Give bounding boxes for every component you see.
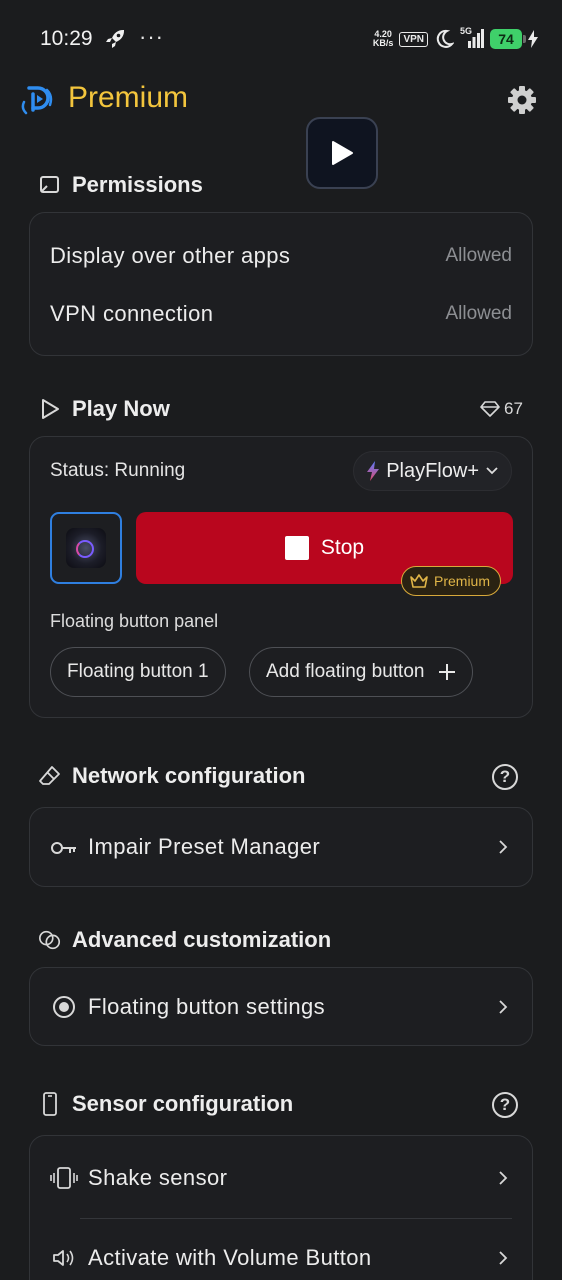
status-text: Status: Running bbox=[50, 460, 186, 481]
sensor-title: Sensor configuration bbox=[72, 1091, 294, 1116]
charging-icon bbox=[528, 30, 538, 48]
row-label: Impair Preset Manager bbox=[88, 834, 321, 859]
clock: 10:29 bbox=[40, 27, 93, 50]
chevron-right-icon bbox=[499, 1171, 508, 1185]
profile-selector[interactable]: PlayFlow+ bbox=[353, 451, 512, 491]
plus-icon bbox=[439, 664, 456, 680]
app-icon-selector[interactable] bbox=[50, 512, 122, 584]
network-title: Network configuration bbox=[72, 763, 306, 788]
floating-button-settings-row[interactable]: Floating button settings bbox=[29, 967, 533, 1046]
floating-play-button[interactable] bbox=[306, 117, 378, 189]
chevron-down-icon bbox=[486, 467, 498, 475]
diamond-icon bbox=[480, 401, 500, 417]
status-icons: 4.20 KB/s VPN 5G 74 bbox=[373, 26, 538, 52]
network-header: Network configuration bbox=[38, 763, 305, 789]
shake-sensor-row[interactable]: Shake sensor bbox=[30, 1136, 532, 1218]
gem-counter: 67 bbox=[480, 399, 523, 419]
signal-icon: 5G bbox=[460, 26, 484, 50]
row-label: Floating button settings bbox=[88, 994, 326, 1019]
premium-badge-label: Premium bbox=[434, 573, 491, 589]
add-floating-button[interactable]: Add floating button bbox=[249, 647, 474, 697]
play-now-title: Play Now bbox=[72, 396, 170, 421]
permission-status: Allowed bbox=[445, 245, 512, 266]
help-icon[interactable]: ? bbox=[492, 1092, 518, 1118]
play-now-card: Status: Running PlayFlow+ Stop Premium F… bbox=[29, 436, 533, 718]
stop-label: Stop bbox=[320, 536, 365, 559]
volume-icon bbox=[53, 1250, 74, 1266]
play-outline-icon bbox=[42, 399, 59, 419]
volume-button-row[interactable]: Activate with Volume Button bbox=[30, 1219, 532, 1280]
premium-badge: Premium bbox=[401, 566, 502, 596]
chevron-right-icon bbox=[499, 1000, 508, 1014]
vibrate-icon bbox=[50, 1167, 78, 1189]
rocket-icon bbox=[106, 30, 124, 48]
permission-label: Display over other apps bbox=[50, 243, 291, 268]
overlap-circles-icon bbox=[39, 930, 61, 950]
permissions-card: Display over other apps Allowed VPN conn… bbox=[29, 212, 533, 356]
app-logo-icon bbox=[21, 86, 53, 115]
eraser-icon bbox=[39, 766, 60, 785]
chip-label: Add floating button bbox=[266, 661, 425, 682]
permission-status: Allowed bbox=[445, 303, 512, 324]
floating-button-chip[interactable]: Floating button 1 bbox=[50, 647, 226, 697]
permissions-icon bbox=[40, 176, 59, 193]
battery-indicator: 74 bbox=[490, 29, 526, 49]
advanced-title: Advanced customization bbox=[72, 927, 332, 952]
key-icon bbox=[51, 842, 76, 854]
sensor-header: Sensor configuration bbox=[38, 1091, 293, 1117]
chip-label: Floating button 1 bbox=[67, 661, 209, 682]
chevron-right-icon bbox=[499, 1251, 508, 1265]
profile-name: PlayFlow+ bbox=[386, 459, 479, 482]
impair-preset-row[interactable]: Impair Preset Manager bbox=[29, 807, 533, 887]
permissions-header: Permissions bbox=[38, 172, 203, 198]
status-bar: 10:29 ··· 4.20 KB/s VPN 5G 74 bbox=[0, 0, 562, 78]
net-speed: 4.20 KB/s bbox=[372, 29, 394, 48]
vpn-icon: VPN bbox=[399, 31, 428, 47]
permissions-title: Permissions bbox=[72, 172, 203, 197]
row-label: Shake sensor bbox=[88, 1165, 228, 1190]
radio-dot-icon bbox=[53, 996, 75, 1018]
panel-label: Floating button panel bbox=[50, 611, 219, 631]
chevron-right-icon bbox=[499, 840, 508, 854]
play-icon bbox=[332, 141, 353, 165]
page-title: Premium bbox=[68, 81, 189, 114]
phone-icon bbox=[43, 1092, 57, 1116]
gear-icon[interactable] bbox=[505, 83, 539, 117]
help-icon[interactable]: ? bbox=[492, 764, 518, 790]
more-notifications-icon: ··· bbox=[139, 24, 164, 49]
stop-icon bbox=[284, 536, 309, 560]
row-label: Activate with Volume Button bbox=[88, 1245, 372, 1270]
lightning-icon bbox=[367, 461, 380, 481]
permission-label: VPN connection bbox=[50, 301, 214, 326]
moon-icon bbox=[436, 29, 454, 48]
gem-count: 67 bbox=[504, 399, 523, 418]
play-now-header: Play Now bbox=[38, 396, 170, 422]
sensor-card: Shake sensor Activate with Volume Button bbox=[29, 1135, 533, 1280]
advanced-header: Advanced customization bbox=[38, 927, 331, 953]
game-app-icon bbox=[66, 528, 106, 568]
crown-icon bbox=[410, 574, 428, 588]
